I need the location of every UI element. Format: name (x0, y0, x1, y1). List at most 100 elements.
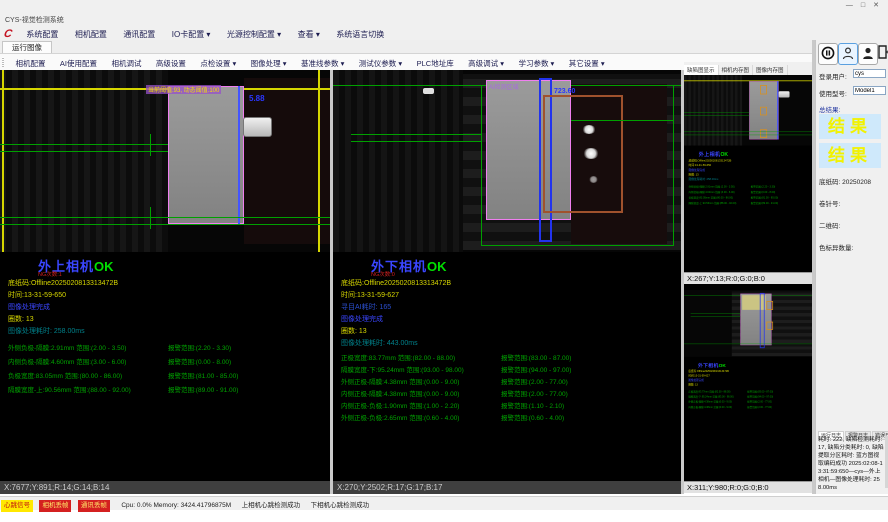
measure-alarm: 报警范围:(83.00 - 87.00) (747, 389, 773, 393)
camera-viewport-upper: 当前阈值:93, 动态阈值:100 5.88 (0, 70, 330, 252)
toolbar-drag-handle[interactable] (2, 57, 4, 67)
time-line: 时间:13-31-59-650 (8, 290, 66, 300)
total-result-label: 总结果: (819, 104, 840, 114)
electrode-block (168, 86, 244, 224)
measure-alarm: 报警范围:(1.10 - 2.10) (501, 400, 564, 410)
thumbnail-lower[interactable]: 外下相机OK 底纸码:Offline2025020813313472B 时间:1… (684, 284, 812, 481)
app-window: CYS-视觉检测系统 —□✕ C 系统配置 相机配置 通讯配置 IO卡配置 ▾ … (0, 0, 888, 522)
turns-line: 圈数: 13 (688, 383, 697, 387)
measure-alarm: 报警范围:(2.00 - 77.00) (747, 400, 772, 404)
paper-code-value: 20250208 (842, 179, 871, 186)
measurement-row: 外侧正极-隔膜:4.38mm 范围:(0.00 - 9.00)报警范围:(2.0… (341, 376, 676, 386)
bright-part (423, 88, 434, 94)
measure-alarm: 报警范围:(89.00 - 91.00) (751, 201, 778, 205)
barcode-line: 底纸码:Offline2025020813313472B (8, 278, 118, 288)
camera-dropframe-indicator: 相机丢帧 (39, 500, 71, 512)
camera-title: 外下相机OK (698, 361, 726, 368)
tab-run-image[interactable]: 运行图像 (2, 41, 52, 53)
measurement-row: 内侧正极-隔膜:4.38mm 范围:(0.00 - 9.00)报警范围:(2.0… (341, 388, 676, 398)
model-input[interactable] (853, 86, 886, 95)
log-text: 耗时: 222, 缺陷检测耗时: 17, 缺陷分类耗时: 0, 缺陷提取分区耗时… (818, 436, 884, 492)
camera-panel-lower: AI检测区域 723.60 外下相机OK NG次数:0 底纸码:Offline2… (333, 70, 681, 494)
measure-alarm: 报警范围:(2.20 - 3.30) (751, 184, 776, 188)
measurement-row: 内侧正极-负极:1.90mm 范围:(1.00 - 2.20)报警范围:(1.1… (341, 400, 676, 410)
measurement-row: 内侧负极-隔膜:4.60mm 范围:(3.00 - 6.00)报警范围:(0.0… (689, 190, 811, 194)
turns-line: 圈数: 13 (8, 314, 34, 324)
qr-label: 二维码: (819, 220, 840, 230)
connector-part (243, 117, 272, 137)
mini-info: 外上相机OK 底纸码:Offline2025020813313472B 时间:1… (684, 146, 812, 270)
cursor-status-thumb-upper: X:267;Y:13;R:0;G:0;B:0 (684, 272, 812, 284)
measure-left: 正极宽度:83.77mm 范围:(82.00 - 88.00) (341, 355, 455, 362)
measure-alarm: 报警范围:(81.00 - 85.00) (168, 370, 238, 380)
barcode-line: 底纸码:Offline2025020813313472B (341, 278, 451, 288)
guide-tick-green (150, 207, 151, 229)
time-line: 时间:13-31-59-650 (689, 163, 711, 167)
defect-box-orange (760, 107, 767, 116)
tab-strip: 运行图像 (0, 40, 812, 54)
measure-alarm: 报警范围:(83.00 - 87.00) (501, 352, 571, 362)
mark-count-label: 色标异数量: (819, 242, 853, 252)
result-info-lower: 外下相机OK NG次数:0 底纸码:Offline202502081331347… (333, 252, 681, 481)
process-cost-line: 图像处理耗时: 443.00ms (341, 338, 418, 348)
threshold-label: 当前阈值:93, 动态阈值:100 (146, 85, 221, 94)
window-controls: —□✕ (843, 1, 884, 9)
ai-cost-line: 寻目AI耗时: 165 (341, 302, 391, 312)
time-line: 时间:13-31-59-627 (341, 290, 399, 300)
measure-left: 隔膜宽度-下:95.24mm 范围:(93.00 - 98.00) (341, 367, 464, 374)
measure-left: 内侧负极-隔膜:4.60mm 范围:(3.00 - 6.00) (8, 359, 126, 366)
measure-value-label: 5.88 (249, 94, 265, 103)
user-login-button[interactable] (838, 43, 858, 65)
barcode-line: 底纸码:Offline2025020813313472B (688, 369, 728, 373)
measure-alarm: 报警范围:(2.00 - 77.00) (501, 376, 568, 386)
exit-button[interactable] (878, 43, 888, 63)
maximize-icon[interactable]: □ (858, 2, 870, 9)
upper-camera-heartbeat-text: 上相机心跳检测成功 (242, 500, 301, 512)
measurement-row: 负极宽度:83.05mm 范围:(80.00 - 86.00)报警范围:(81.… (689, 195, 811, 199)
measurement-row: 隔膜宽度-下:95.24mm 范围:(93.00 - 98.00)报警范围:(9… (688, 395, 811, 399)
thumbnail-tabs: 缺陷图显示相机内存图图像内存图 (684, 62, 812, 76)
process-done-line: 图像处理完成 (341, 314, 383, 324)
guide-line-green (0, 144, 168, 145)
measurement-row: 内侧正极-隔膜:4.38mm 范围:(0.00 - 9.00)报警范围:(2.0… (688, 405, 811, 409)
measure-left: 隔膜宽度-下:95.24mm 范围:(93.00 - 98.00) (688, 396, 733, 399)
measure-alarm: 报警范围:(94.00 - 97.00) (501, 364, 571, 374)
measurement-row: 外侧正极-负极:2.65mm 范围:(0.60 - 4.00)报警范围:(0.6… (341, 412, 676, 422)
measure-left: 隔膜宽度-上:90.56mm 范围:(88.00 - 92.00) (689, 202, 737, 205)
app-logo-icon: C (3, 27, 14, 41)
minimize-icon[interactable]: — (843, 2, 858, 9)
window-title: CYS-视觉检测系统 (5, 15, 64, 25)
measure-alarm: 报警范围:(2.00 - 77.00) (501, 388, 568, 398)
login-user-input[interactable] (853, 69, 886, 78)
connector-part (779, 91, 790, 97)
machine-texture (333, 70, 463, 252)
measurement-row: 隔膜宽度-下:95.24mm 范围:(93.00 - 98.00) 报警范围:(9… (341, 364, 676, 374)
ng-count: NG次数:0 (371, 270, 395, 278)
pause-button[interactable] (818, 43, 838, 65)
cursor-status-lower: X:270;Y:2502;R:17;G:17;B:17 (333, 481, 681, 494)
barcode-line: 底纸码:Offline2025020813313472B (689, 159, 732, 163)
process-done-line: 图像处理完成 (689, 168, 705, 172)
measure-left: 内侧负极-隔膜:4.60mm 范围:(3.00 - 6.00) (689, 191, 735, 194)
guide-line-green (0, 151, 168, 152)
thumbnail-upper[interactable]: 外上相机OK 底纸码:Offline2025020813313472B 时间:1… (684, 75, 812, 272)
measure-value-label: 723.60 (554, 88, 575, 95)
measure-left: 外侧正极-负极:2.65mm 范围:(0.60 - 4.00) (341, 415, 459, 422)
result-badge-upper: 结果 (819, 114, 881, 139)
turns-line: 圈数: 13 (689, 173, 699, 177)
camera-name: 外上相机 (699, 151, 721, 157)
defect-box-orange (766, 322, 773, 330)
measurement-row: 隔膜宽度-上:90.56mm 范围:(88.00 - 92.00)报警范围:(8… (8, 384, 323, 394)
process-done-line: 图像处理完成 (688, 378, 703, 382)
user-manage-button[interactable] (858, 43, 878, 65)
paper-code-row: 底纸码: 20250208 (819, 176, 871, 186)
reflection-spot (589, 176, 598, 183)
measurement-row: 内侧负极-隔膜:4.60mm 范围:(3.00 - 6.00)报警范围:(0.0… (8, 356, 323, 366)
measurement-row: 外侧负极-隔膜:2.91mm 范围:(2.00 - 3.50)报警范围:(2.2… (8, 342, 323, 352)
edge-line-blue (238, 86, 240, 224)
lower-camera-heartbeat-text: 下相机心跳检测成功 (311, 500, 370, 512)
result-info-upper: 外上相机OK NG次数:1 底纸码:Offline202502081331347… (0, 252, 330, 481)
process-done-line: 图像处理完成 (8, 302, 50, 312)
login-user-label: 登录用户: (819, 71, 847, 81)
close-icon[interactable]: ✕ (870, 1, 884, 9)
